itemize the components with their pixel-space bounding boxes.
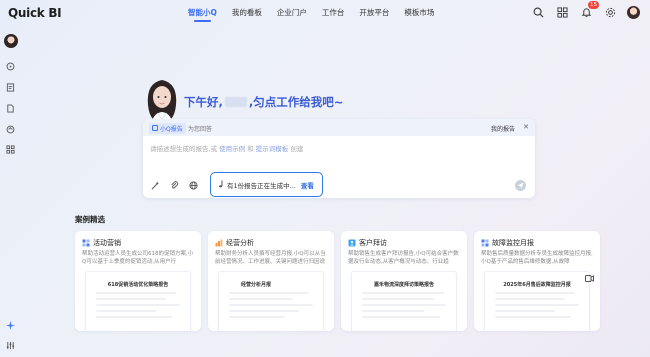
preview-title: 经营分析月报 (241, 282, 272, 288)
placeholder-text-a: 请描述想生成的报告,或 (150, 145, 220, 153)
top-bar: Quick BI 智能小Q 我的看板 企业门户 工作台 开放平台 模板市场 15 (0, 0, 650, 28)
xiaoq-report-tag[interactable]: 小Q报告 (149, 123, 186, 134)
notification-badge: 15 (588, 1, 599, 9)
grid-icon[interactable] (5, 144, 16, 155)
monitor-icon (481, 239, 489, 247)
report-input-placeholder[interactable]: 请描述想生成的报告,或 使用示例 和 提示词模板 创建 (150, 143, 303, 153)
send-button[interactable] (515, 180, 526, 191)
bell-icon[interactable]: 15 (579, 1, 599, 19)
nav-item-template-market[interactable]: 模板市场 (404, 8, 434, 22)
my-report-link[interactable]: 我的报告 (491, 124, 515, 133)
greeting: 下午好, ,匀点工作给我吧~ (184, 94, 343, 110)
case-title-text: 故障监控月报 (492, 239, 534, 247)
case-title-text: 客户拜访 (359, 239, 387, 247)
video-icon[interactable] (585, 275, 594, 284)
insight-icon[interactable] (5, 124, 16, 135)
case-card-desc: 帮助财务分析人员撰写经营月报,小Q可以从当前经营情况、工作进展、关键问题进行归因… (215, 251, 326, 265)
prompt-template-link[interactable]: 提示词模板 (256, 145, 289, 153)
report-tag-label: 小Q报告 (160, 126, 183, 133)
input-card-header: 小Q报告 为您回答 我的报告 ✕ (143, 119, 535, 136)
analysis-icon (215, 239, 223, 247)
report-icon[interactable] (5, 82, 16, 93)
input-tools (151, 181, 198, 192)
send-icon (517, 182, 524, 189)
app-logo[interactable]: Quick BI (8, 6, 62, 20)
greeting-suffix: ,匀点工作给我吧~ (248, 95, 344, 109)
left-sidebar (0, 28, 22, 357)
case-card-title: 经营分析 (215, 238, 254, 248)
nav-item-my-dashboard[interactable]: 我的看板 (232, 8, 262, 22)
use-example-link[interactable]: 使用示例 (219, 145, 245, 153)
case-card-customer-visit[interactable]: 客户拜访 帮助销售生成客户拜访报告,小Q可结合客户数据及行业动态,从客户概况与动… (341, 231, 467, 331)
placeholder-text-c: 创建 (288, 145, 304, 153)
chat-icon[interactable] (5, 61, 16, 72)
case-card-title: 故障监控月报 (481, 238, 534, 248)
close-icon[interactable]: ✕ (523, 123, 529, 131)
case-card-desc: 帮助售后质量数据分析专员生成故障监控月报,小Q基于产品的售后维修数据,从故障 (481, 251, 593, 265)
music-note-icon (218, 180, 224, 190)
case-preview-thumbnail: 2025年6月售后故障监控月报 (484, 271, 590, 331)
preview-title: 618促销活动优化策略报告 (107, 282, 169, 288)
assistant-avatar[interactable] (4, 34, 18, 48)
tag-subtitle: 为您回答 (188, 126, 213, 133)
attachment-icon[interactable] (170, 181, 179, 192)
search-icon[interactable] (531, 5, 545, 19)
case-preview-thumbnail: 嘉禾物流深度拜访策略报告 (351, 271, 457, 331)
user-avatar[interactable] (627, 5, 640, 19)
case-preview-thumbnail: 经营分析月报 (218, 271, 324, 331)
document-icon[interactable] (5, 103, 16, 114)
status-text: 有1份报告正在生成中... (227, 181, 296, 190)
gear-icon[interactable] (603, 5, 617, 19)
sparkle-icon[interactable] (5, 320, 16, 331)
case-card-title: 客户拜访 (348, 238, 387, 248)
cases-section-title: 案例精选 (75, 215, 105, 224)
marketing-icon (82, 239, 90, 247)
nav-item-open-platform[interactable]: 开放平台 (359, 8, 389, 22)
blurred-username (224, 97, 247, 107)
settings-sliders-icon[interactable] (5, 340, 16, 351)
assistant-hero-avatar (143, 75, 181, 125)
magic-wand-icon[interactable] (151, 181, 160, 192)
case-title-text: 经营分析 (226, 239, 254, 247)
preview-title: 嘉禾物流深度拜访策略报告 (373, 282, 434, 288)
view-link[interactable]: 查看 (301, 180, 314, 190)
case-card-title: 活动营销 (82, 238, 121, 248)
case-card-fault-monitoring[interactable]: 故障监控月报 帮助售后质量数据分析专员生成故障监控月报,小Q基于产品的售后维修数… (474, 231, 600, 331)
case-card-activity-marketing[interactable]: 活动营销 帮助活动运营人员生成公司618的促销方案,小Q可以基于上季度的促销活动… (75, 231, 201, 331)
placeholder-text-b: 和 (245, 145, 256, 153)
report-input-card: 小Q报告 为您回答 我的报告 ✕ 请描述想生成的报告,或 使用示例 和 提示词模… (143, 119, 535, 198)
report-generating-status: 有1份报告正在生成中... 查看 (210, 172, 323, 197)
greeting-prefix: 下午好, (184, 95, 223, 109)
case-card-business-analysis[interactable]: 经营分析 帮助财务分析人员撰写经营月报,小Q可以从当前经营情况、工作进展、关键问… (208, 231, 334, 331)
main-nav: 智能小Q 我的看板 企业门户 工作台 开放平台 模板市场 (188, 8, 449, 22)
customer-icon (348, 239, 356, 247)
case-card-desc: 帮助销售生成客户拜访报告,小Q可结合客户数据及行业动态,从客户概况与动态、行业趋 (348, 251, 459, 265)
apps-grid-icon[interactable] (555, 5, 569, 19)
nav-item-xiaoq[interactable]: 智能小Q (188, 8, 217, 22)
report-tag-icon (152, 124, 158, 133)
nav-item-portal[interactable]: 企业门户 (277, 8, 307, 22)
case-title-text: 活动营销 (93, 239, 121, 247)
nav-item-workbench[interactable]: 工作台 (322, 8, 345, 22)
preview-title: 2025年6月售后故障监控月报 (503, 282, 571, 288)
globe-icon[interactable] (189, 181, 198, 192)
case-card-desc: 帮助活动运营人员生成公司618的促销方案,小Q可以基于上季度的促销活动,从用户行 (82, 251, 194, 265)
case-preview-thumbnail: 618促销活动优化策略报告 (85, 271, 191, 331)
